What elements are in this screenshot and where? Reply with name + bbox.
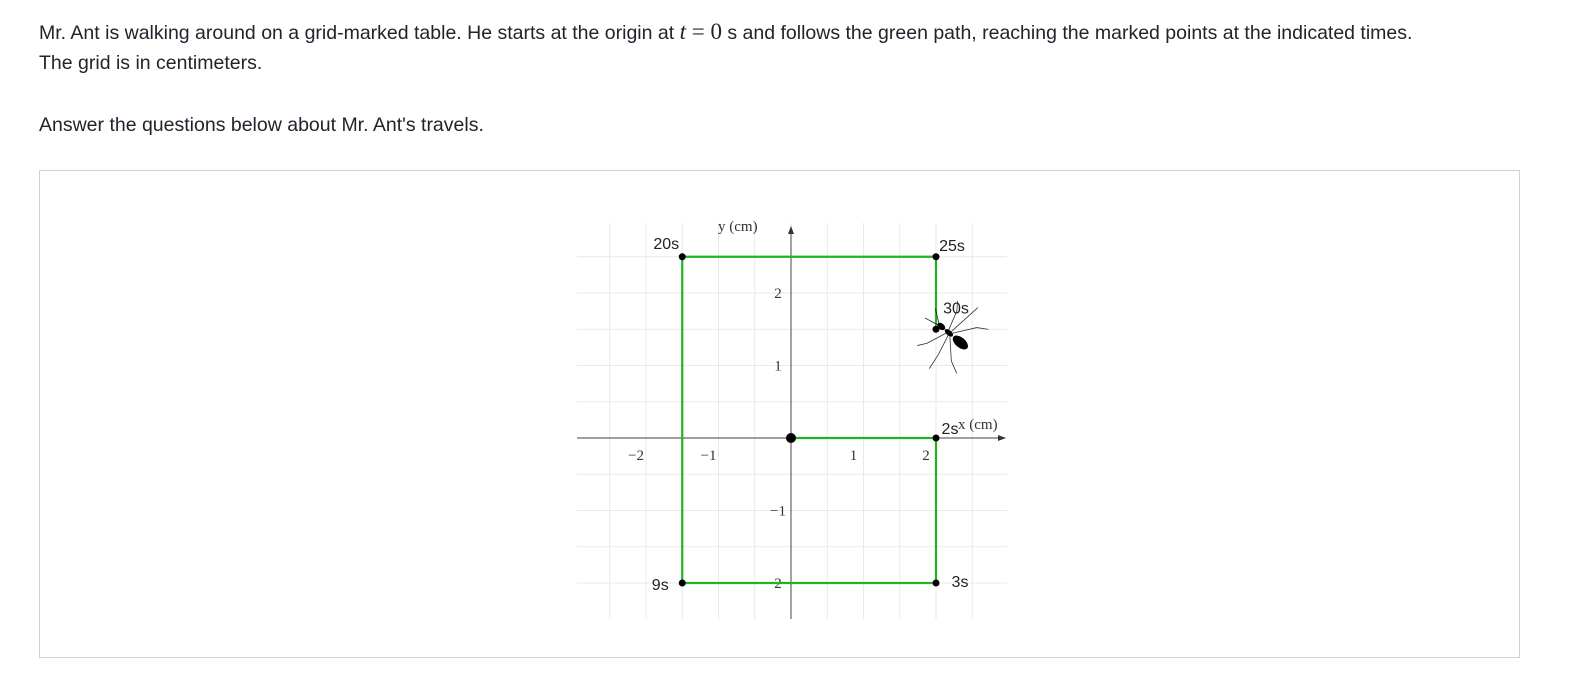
point-9s <box>678 579 686 587</box>
y-axis-arrow <box>788 226 794 234</box>
path-graph: −2 −1 1 221−12 2s3s9s20s 25s30s y (cm) x (cm… <box>577 219 1007 619</box>
intro-part2: s and follows the green path, reaching t… <box>721 22 1413 44</box>
path-points <box>678 253 940 587</box>
time-labels: 2s 3s 9s 20s 25s 30s <box>652 236 969 594</box>
time-label-30s: 30s <box>943 300 969 317</box>
figure-container: −2 −1 1 2 2 1 −1 2 2s 3s 9s 20s 25s 30s y (cm) x (cm… <box>39 170 1520 658</box>
point-20s <box>678 253 686 261</box>
time-label-3s: 3s <box>952 574 969 591</box>
time-label-2s: 2s <box>942 421 959 438</box>
intro-line2: The grid is in centimeters. <box>39 52 263 74</box>
problem-intro: Mr. Ant is walking around on a grid-mark… <box>39 17 1529 78</box>
instruction-text: Answer the questions below about Mr. Ant… <box>39 114 484 136</box>
x-axis-arrow <box>998 435 1006 441</box>
x-tick-label: −2 <box>628 448 644 464</box>
point-30s <box>932 325 940 333</box>
y-tick-label: 1 <box>774 359 782 375</box>
y-tick-label: 2 <box>774 286 782 302</box>
time-label-9s: 9s <box>652 577 669 594</box>
x-axis-label: x (cm) <box>958 417 998 433</box>
time-label-25s: 25s <box>939 238 965 255</box>
intro-part1: Mr. Ant is walking around on a grid-mark… <box>39 22 675 44</box>
time-equation: t = 0 <box>680 19 722 44</box>
y-tick-label: −1 <box>770 504 786 520</box>
x-tick-label: −1 <box>701 448 717 464</box>
time-label-20s: 20s <box>653 236 679 253</box>
point-origin <box>786 433 796 443</box>
x-tick-label: 1 <box>850 448 858 464</box>
time-value: = 0 <box>685 19 722 44</box>
ant-path <box>681 255 938 585</box>
y-axis-label: y (cm) <box>718 219 758 235</box>
point-2s <box>932 434 940 442</box>
x-tick-label: 2 <box>922 448 930 464</box>
point-3s <box>932 579 940 587</box>
